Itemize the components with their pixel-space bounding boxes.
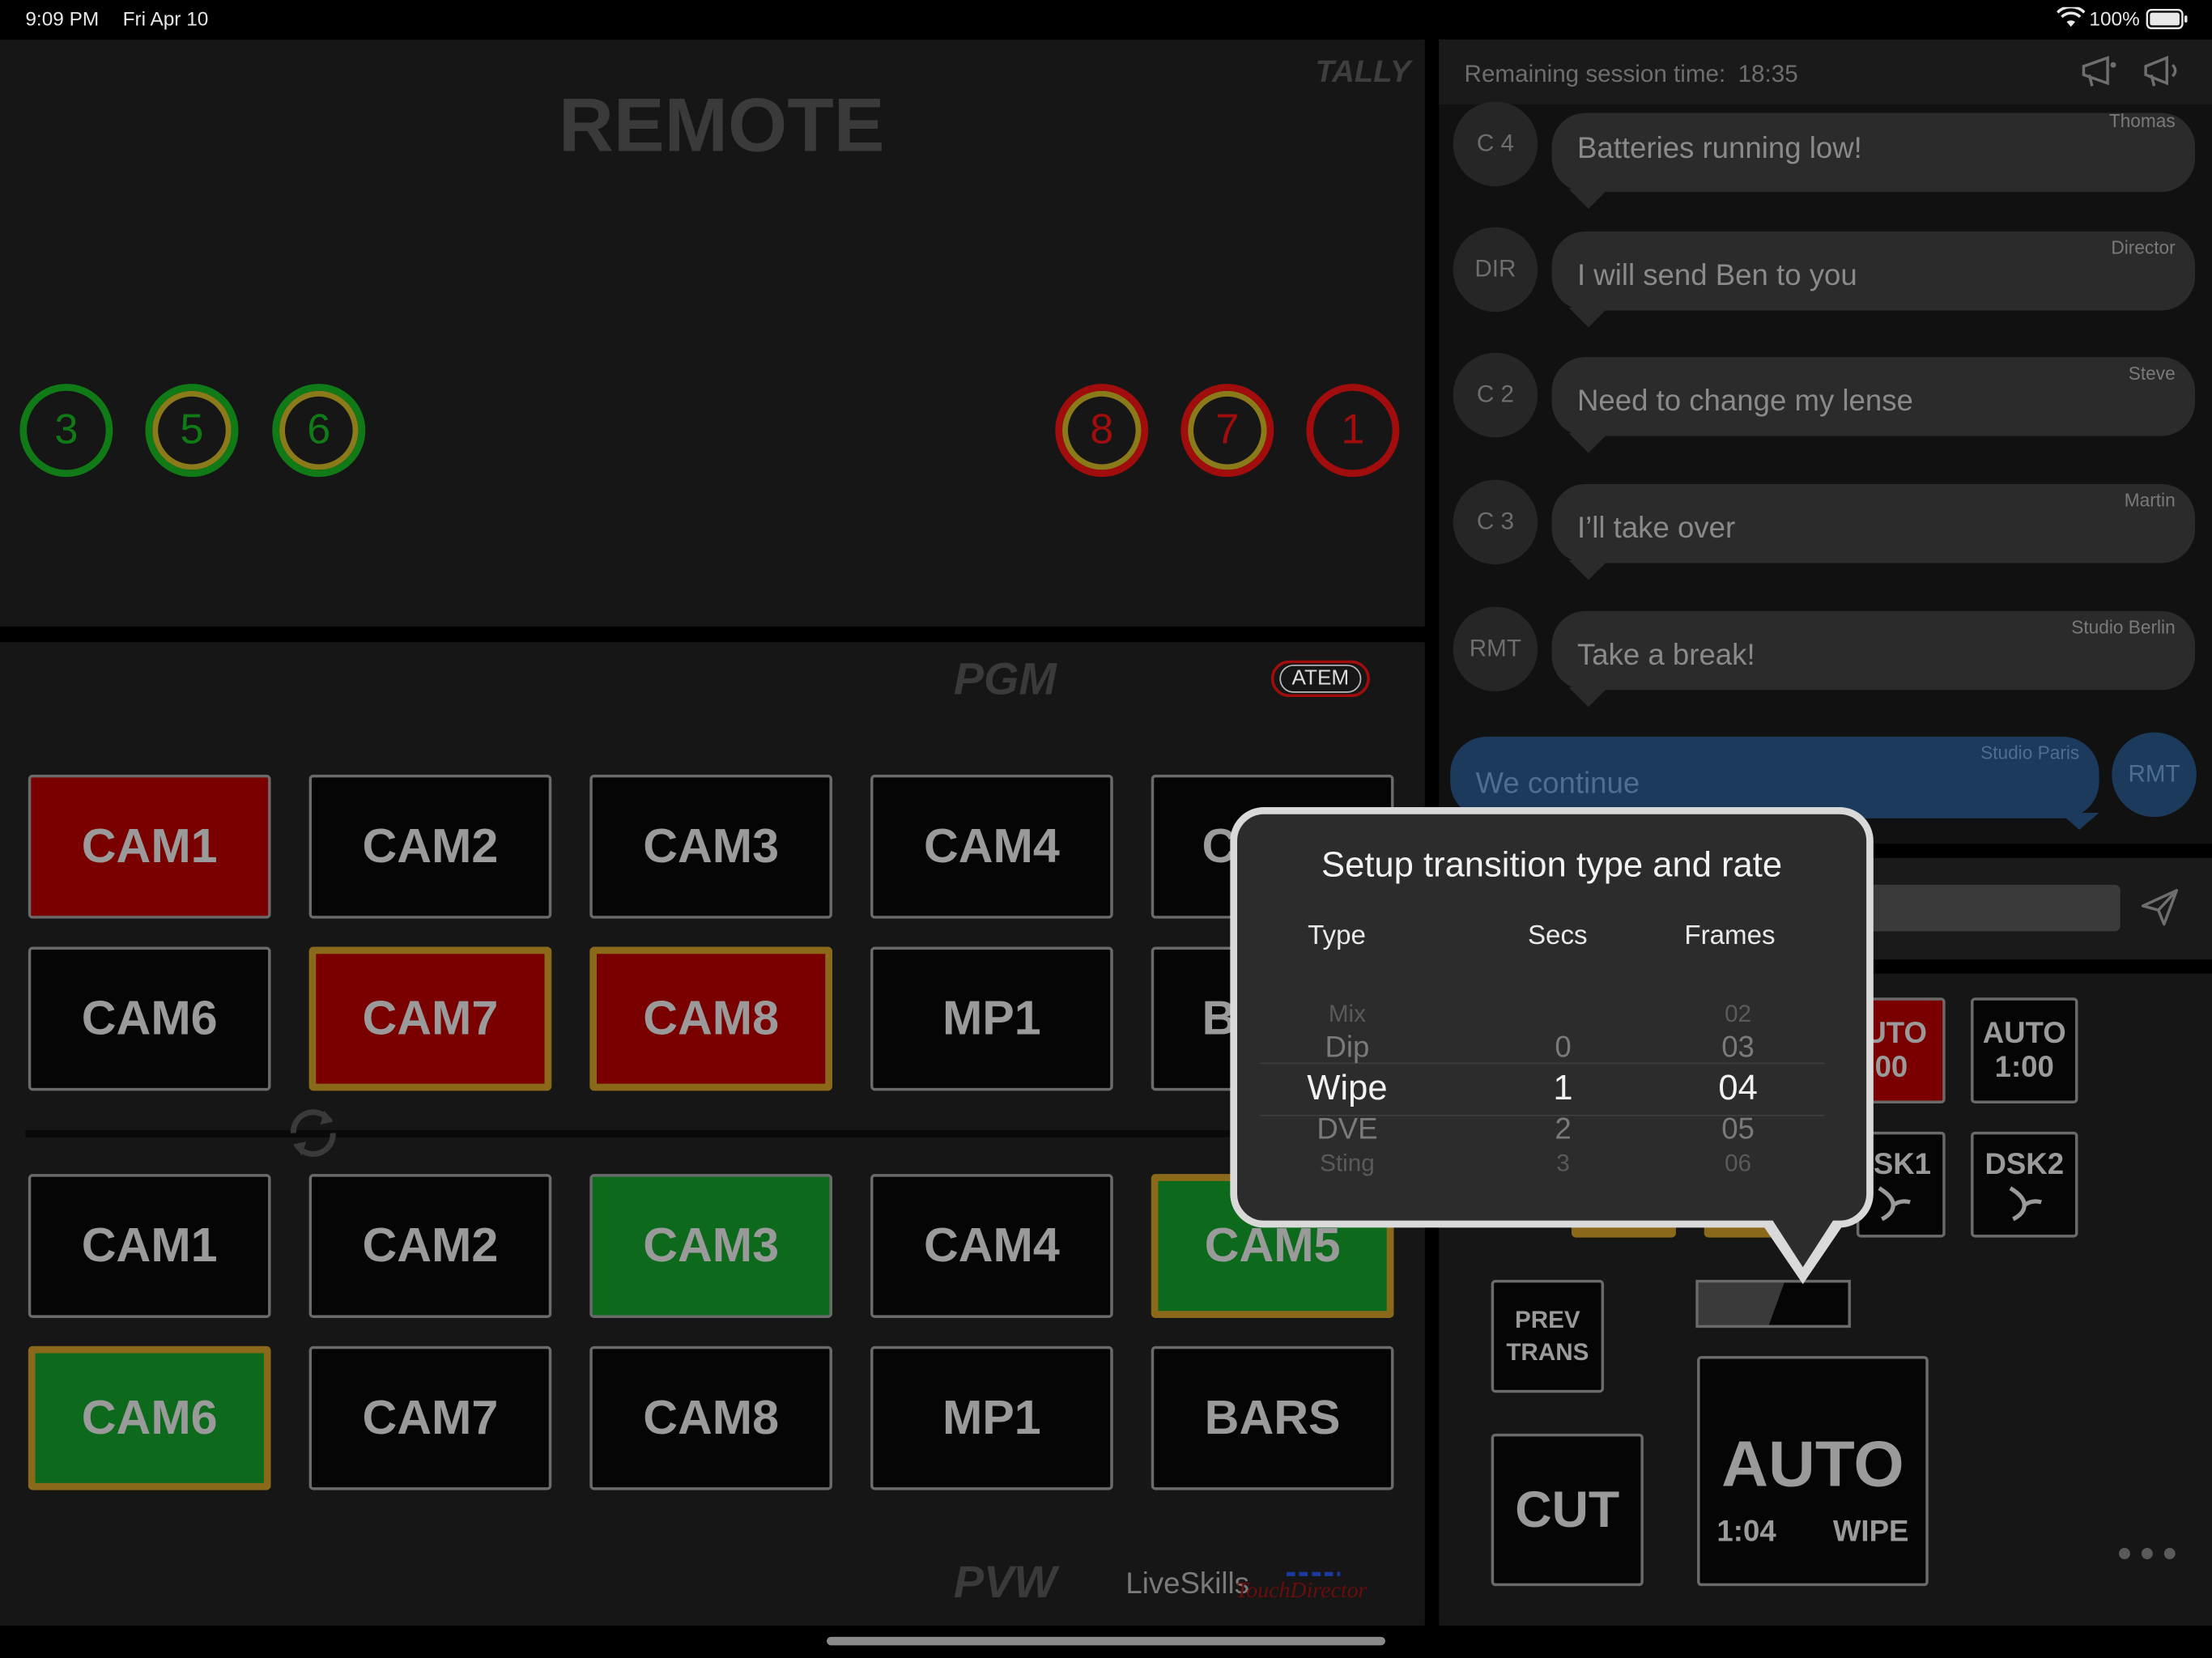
transition-indicator[interactable] [1695, 1279, 1851, 1329]
wifi-icon [2056, 5, 2086, 32]
megaphone-group-icon[interactable] [2079, 53, 2119, 97]
status-time: 9:09 PM [25, 6, 100, 30]
tally-brand: TALLY [1315, 53, 1411, 89]
tally-preview-3: 3 [19, 384, 113, 478]
pgm-cam7-button[interactable]: CAM7 [308, 946, 552, 1091]
chat-message: Studio Berlin Take a break! [1551, 610, 2196, 691]
tally-preview-6: 6 [272, 384, 366, 478]
pvw-cam7-button[interactable]: CAM7 [308, 1346, 552, 1490]
status-date: Fri Apr 10 [122, 6, 209, 30]
session-time: 18:35 [1738, 60, 1798, 88]
touchdirector-logo-mark [1287, 1571, 1341, 1576]
frames-column-header: Frames [1684, 921, 1776, 951]
touchdirector-logo: TouchDirector [1236, 1579, 1368, 1604]
home-indicator [827, 1636, 1385, 1646]
dsk2-button[interactable]: DSK2 [1971, 1131, 2078, 1238]
pgm-cam4-button[interactable]: CAM4 [870, 774, 1113, 919]
liveskills-logo: LiveSkills [1125, 1567, 1249, 1601]
pvw-cam1-button[interactable]: CAM1 [28, 1174, 271, 1318]
chat-input[interactable] [1861, 884, 2121, 932]
bus-divider [25, 1130, 1400, 1137]
auto-dsk2-button[interactable]: AUTO 1:00 [1971, 997, 2078, 1104]
pvw-bars-button[interactable]: BARS [1151, 1346, 1394, 1490]
avatar-c3: C 3 [1453, 479, 1538, 565]
pgm-cam3-button[interactable]: CAM3 [589, 774, 832, 919]
session-label: Remaining session time: [1464, 60, 1726, 88]
dsk1-key-icon [1878, 1185, 1911, 1221]
secs-picker[interactable]: 0 1 2 3 [1486, 997, 1641, 1177]
pvw-cam6-button[interactable]: CAM6 [28, 1346, 271, 1490]
pvw-label: PVW [953, 1556, 1057, 1608]
avatar-own-rmt: RMT [2112, 732, 2197, 818]
pgm-cam6-button[interactable]: CAM6 [28, 946, 271, 1091]
tally-program-1: 1 [1306, 384, 1400, 478]
pvw-cam8-button[interactable]: CAM8 [589, 1346, 832, 1490]
tally-panel: TALLY REMOTE 3 5 6 8 7 1 [0, 39, 1425, 627]
avatar-rmt: RMT [1453, 606, 1538, 692]
type-column-header: Type [1308, 921, 1366, 951]
tally-title: REMOTE [558, 83, 885, 168]
type-picker[interactable]: Mix Dip Wipe DVE Sting [1266, 997, 1429, 1177]
pgm-mp1-button[interactable]: MP1 [870, 946, 1113, 1091]
avatar-c4: C 4 [1453, 101, 1538, 187]
battery-percent: 100% [2089, 6, 2140, 30]
pgm-cam1-button[interactable]: CAM1 [28, 774, 271, 919]
avatar-c2: C 2 [1453, 352, 1538, 438]
pvw-cam4-button[interactable]: CAM4 [870, 1174, 1113, 1318]
dsk2-key-icon [2009, 1185, 2043, 1221]
avatar-dir: DIR [1453, 227, 1538, 312]
send-icon[interactable] [2138, 886, 2180, 936]
chat-message: Steve Need to change my lense [1551, 356, 2196, 436]
auto-transition-button[interactable]: AUTO 1:04 WIPE [1697, 1356, 1929, 1587]
frames-picker[interactable]: 02 03 04 05 06 [1661, 997, 1816, 1177]
pvw-cam2-button[interactable]: CAM2 [308, 1174, 552, 1318]
tally-program-7: 7 [1180, 384, 1274, 478]
transition-setup-popover: Setup transition type and rate Type Secs… [1230, 806, 1874, 1228]
pvw-mp1-button[interactable]: MP1 [870, 1346, 1113, 1490]
prev-trans-button[interactable]: PREV TRANS [1491, 1279, 1605, 1393]
atem-badge[interactable]: ATEM [1270, 660, 1370, 698]
secs-column-header: Secs [1527, 921, 1588, 951]
chat-message: Martin I’ll take over [1551, 483, 2196, 563]
status-bar: 9:09 PM Fri Apr 10 100% [0, 0, 2212, 40]
chat-message: Thomas Batteries running low! [1551, 110, 2196, 193]
pgm-label: PGM [953, 653, 1057, 704]
pgm-cam2-button[interactable]: CAM2 [308, 774, 552, 919]
popover-arrow-fill [1772, 1218, 1835, 1268]
battery-icon [2146, 8, 2188, 33]
own-chat-message: Studio Paris We continue [1450, 736, 2099, 818]
popover-title: Setup transition type and rate [1321, 845, 1783, 885]
pgm-cam8-button[interactable]: CAM8 [589, 946, 832, 1091]
tally-preview-5: 5 [145, 384, 239, 478]
more-icon[interactable] [2116, 1544, 2181, 1569]
cut-button[interactable]: CUT [1491, 1433, 1644, 1587]
chat-message: Director I will send Ben to you [1551, 231, 2196, 311]
megaphone-icon[interactable] [2142, 53, 2184, 97]
swap-bus-icon[interactable] [282, 1105, 344, 1168]
tally-program-8: 8 [1055, 384, 1149, 478]
session-header: Remaining session time: 18:35 [1439, 39, 2212, 104]
key-button-edge-1 [1571, 1226, 1676, 1238]
pvw-cam3-button[interactable]: CAM3 [589, 1174, 832, 1318]
